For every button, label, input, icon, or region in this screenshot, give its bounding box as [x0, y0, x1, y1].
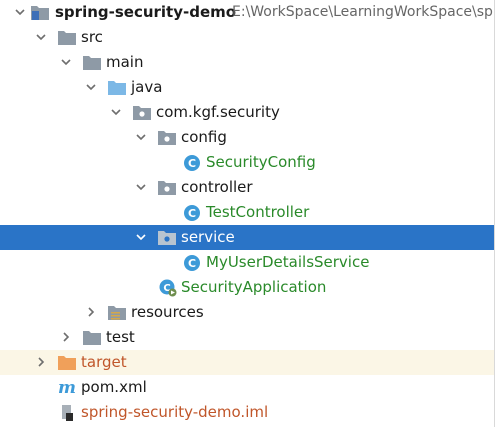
tree-row-pom[interactable]: m pom.xml: [0, 375, 495, 400]
folder-label-target: target: [81, 353, 127, 371]
tree-row-config[interactable]: config: [0, 125, 495, 150]
chevron-right-icon[interactable]: [58, 329, 74, 345]
iml-file-icon: [62, 405, 73, 421]
svg-text:C: C: [188, 157, 196, 170]
class-label-security-config: SecurityConfig: [206, 153, 316, 171]
tree-row-resources[interactable]: resources: [0, 300, 495, 325]
module-folder-icon: [31, 6, 49, 20]
project-tree: spring-security-demo E:\WorkSpace\Learni…: [0, 0, 495, 427]
svg-text:C: C: [188, 257, 196, 270]
tree-row-test[interactable]: test: [0, 325, 495, 350]
class-icon: C: [184, 205, 200, 221]
package-icon: [133, 106, 151, 120]
folder-label-main: main: [106, 53, 144, 71]
spring-boot-application-icon: C: [159, 279, 177, 297]
tree-row-controller[interactable]: controller: [0, 175, 495, 200]
tree-row-src[interactable]: src: [0, 25, 495, 50]
package-icon: [158, 131, 176, 145]
file-label-pom: pom.xml: [81, 378, 147, 396]
tree-row-target[interactable]: target: [0, 350, 495, 375]
folder-icon: [58, 31, 76, 45]
maven-icon: m: [58, 378, 76, 397]
class-icon: C: [184, 255, 200, 271]
source-folder-icon: [108, 81, 126, 95]
tree-row-main[interactable]: main: [0, 50, 495, 75]
package-label-service: service: [181, 228, 235, 246]
tree-row-package[interactable]: com.kgf.security: [0, 100, 495, 125]
folder-label-java: java: [131, 78, 163, 96]
package-label-controller: controller: [181, 178, 253, 196]
folder-label-src: src: [81, 28, 103, 46]
file-label-iml: spring-security-demo.iml: [81, 403, 269, 421]
tree-row-security-application[interactable]: C SecurityApplication: [0, 275, 495, 300]
svg-text:m: m: [58, 378, 76, 397]
tree-row-user-details-service[interactable]: C MyUserDetailsService: [0, 250, 495, 275]
package-label: com.kgf.security: [156, 103, 280, 121]
chevron-down-icon[interactable]: [133, 229, 149, 245]
chevron-down-icon[interactable]: [83, 79, 99, 95]
folder-label-resources: resources: [131, 303, 204, 321]
chevron-right-icon[interactable]: [83, 304, 99, 320]
tree-row-service[interactable]: service: [0, 225, 495, 250]
folder-label-test: test: [106, 328, 135, 346]
class-label-security-application: SecurityApplication: [181, 278, 327, 296]
class-label-user-details-service: MyUserDetailsService: [206, 253, 370, 271]
package-label-config: config: [181, 128, 227, 146]
chevron-down-icon[interactable]: [33, 29, 49, 45]
tree-row-security-config[interactable]: C SecurityConfig: [0, 150, 495, 175]
class-icon: C: [184, 155, 200, 171]
svg-text:C: C: [188, 207, 196, 220]
folder-icon: [83, 331, 101, 345]
chevron-down-icon[interactable]: [108, 104, 124, 120]
class-label-test-controller: TestController: [206, 203, 310, 221]
project-path: E:\WorkSpace\LearningWorkSpace\sp: [232, 4, 493, 20]
project-name: spring-security-demo: [55, 3, 237, 21]
chevron-down-icon[interactable]: [58, 54, 74, 70]
tree-row-iml[interactable]: spring-security-demo.iml: [0, 400, 495, 425]
tree-row-project-root[interactable]: spring-security-demo E:\WorkSpace\Learni…: [0, 0, 495, 25]
package-icon: [158, 231, 176, 245]
chevron-right-icon[interactable]: [33, 354, 49, 370]
excluded-folder-icon: [58, 356, 76, 370]
chevron-down-icon[interactable]: [12, 4, 28, 20]
tree-row-test-controller[interactable]: C TestController: [0, 200, 495, 225]
folder-icon: [83, 56, 101, 70]
package-icon: [158, 181, 176, 195]
resources-folder-icon: [108, 306, 126, 320]
tree-row-java[interactable]: java: [0, 75, 495, 100]
chevron-down-icon[interactable]: [133, 179, 149, 195]
chevron-down-icon[interactable]: [133, 129, 149, 145]
